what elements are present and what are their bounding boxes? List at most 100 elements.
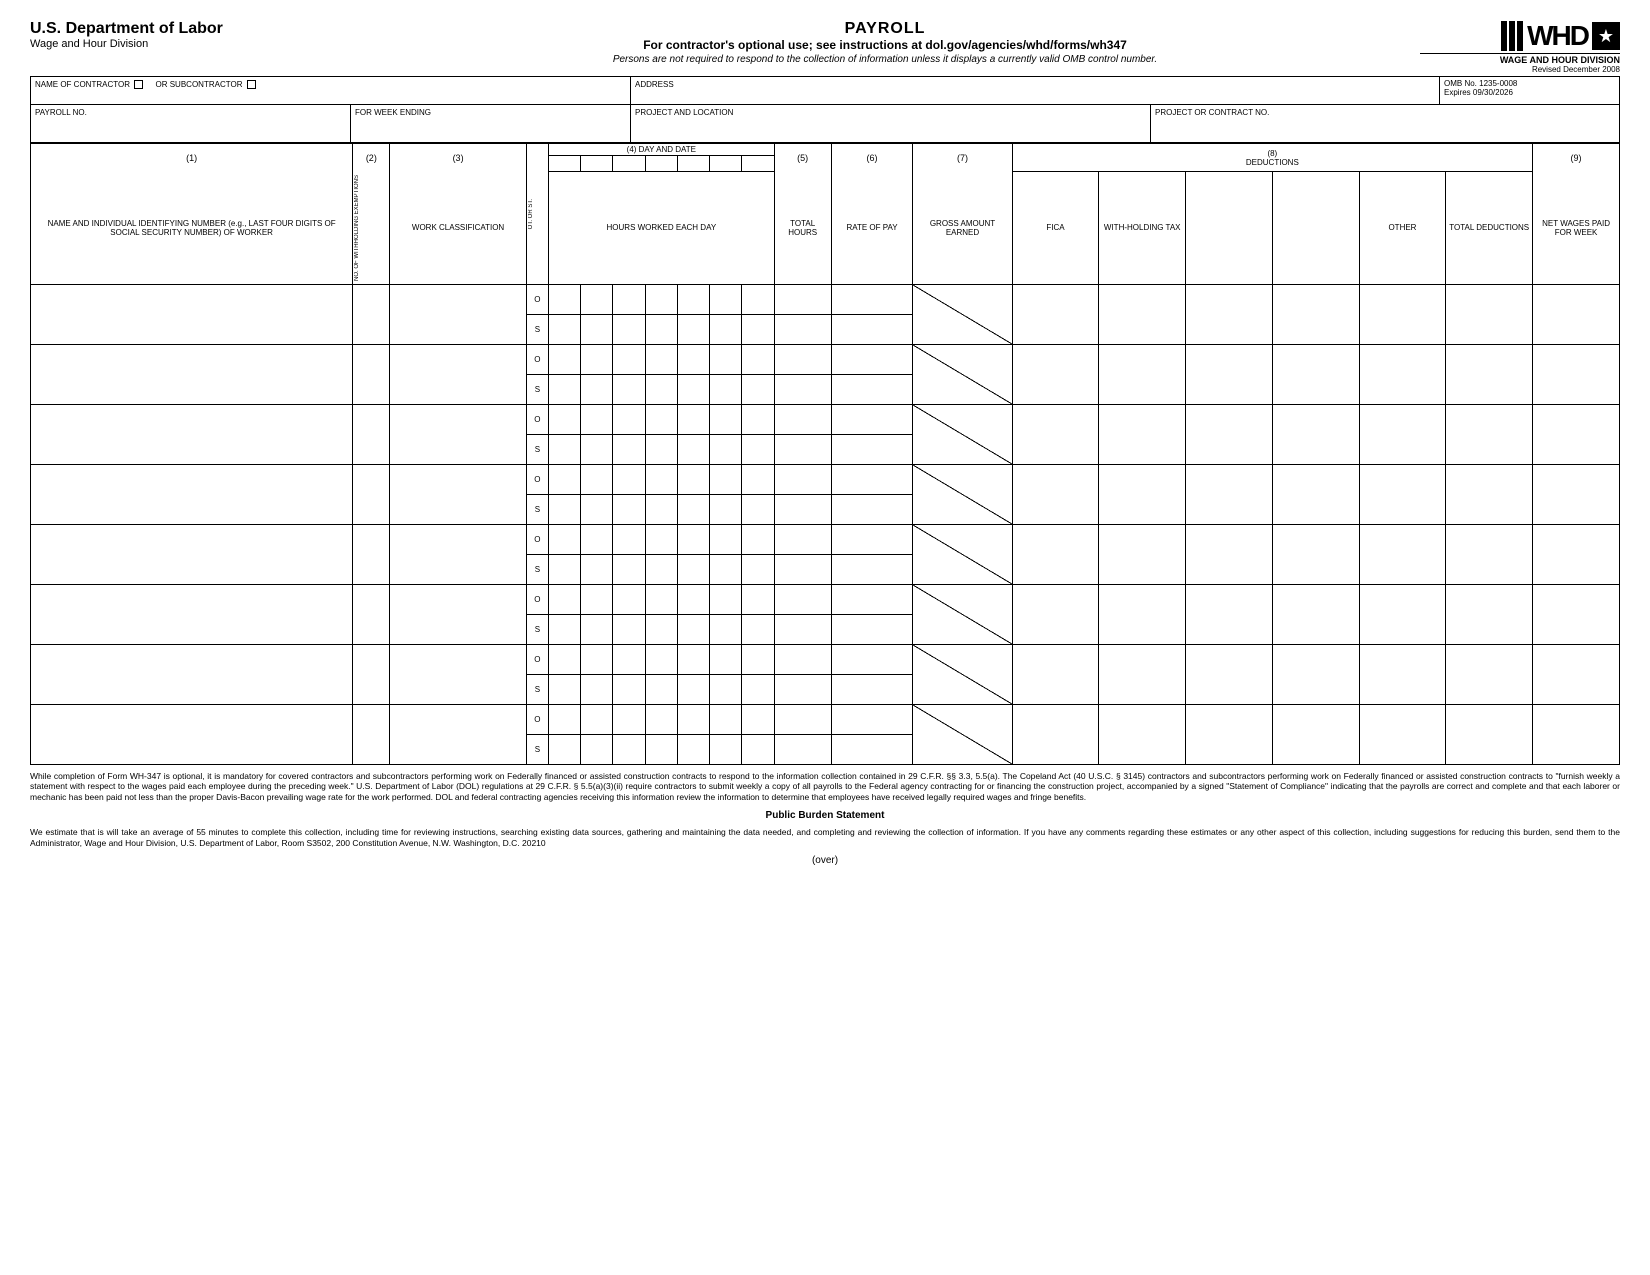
hours-cell[interactable] bbox=[645, 614, 677, 644]
classification-cell[interactable] bbox=[390, 344, 526, 404]
hours-cell[interactable] bbox=[742, 344, 774, 374]
total-hours-cell[interactable] bbox=[774, 734, 831, 764]
hours-cell[interactable] bbox=[742, 734, 774, 764]
fica-cell[interactable] bbox=[1012, 404, 1099, 464]
hours-cell[interactable] bbox=[581, 314, 613, 344]
withholding-cell[interactable] bbox=[1099, 404, 1186, 464]
hours-cell[interactable] bbox=[613, 434, 645, 464]
rate-cell[interactable] bbox=[831, 674, 913, 704]
other-cell[interactable] bbox=[1359, 344, 1446, 404]
hours-cell[interactable] bbox=[677, 584, 709, 614]
rate-cell[interactable] bbox=[831, 524, 913, 554]
hours-cell[interactable] bbox=[710, 554, 742, 584]
hours-cell[interactable] bbox=[710, 644, 742, 674]
withholding-cell[interactable] bbox=[1099, 584, 1186, 644]
hours-cell[interactable] bbox=[710, 614, 742, 644]
gross-amount-cell[interactable] bbox=[913, 404, 1012, 464]
hours-cell[interactable] bbox=[710, 404, 742, 434]
hours-cell[interactable] bbox=[677, 314, 709, 344]
withholding-cell[interactable] bbox=[1099, 284, 1186, 344]
deduction-cell[interactable] bbox=[1186, 344, 1273, 404]
rate-cell[interactable] bbox=[831, 494, 913, 524]
gross-amount-cell[interactable] bbox=[913, 464, 1012, 524]
hours-cell[interactable] bbox=[581, 734, 613, 764]
hours-cell[interactable] bbox=[549, 494, 581, 524]
hours-cell[interactable] bbox=[742, 704, 774, 734]
hours-cell[interactable] bbox=[677, 674, 709, 704]
hours-cell[interactable] bbox=[613, 704, 645, 734]
hours-cell[interactable] bbox=[742, 644, 774, 674]
hours-cell[interactable] bbox=[677, 434, 709, 464]
rate-cell[interactable] bbox=[831, 374, 913, 404]
fica-cell[interactable] bbox=[1012, 644, 1099, 704]
hours-cell[interactable] bbox=[581, 614, 613, 644]
deduction-cell[interactable] bbox=[1186, 404, 1273, 464]
rate-cell[interactable] bbox=[831, 584, 913, 614]
hours-cell[interactable] bbox=[581, 584, 613, 614]
classification-cell[interactable] bbox=[390, 644, 526, 704]
total-hours-cell[interactable] bbox=[774, 584, 831, 614]
total-deductions-cell[interactable] bbox=[1446, 704, 1533, 764]
hours-cell[interactable] bbox=[742, 284, 774, 314]
hours-cell[interactable] bbox=[549, 584, 581, 614]
hours-cell[interactable] bbox=[742, 404, 774, 434]
net-wages-cell[interactable] bbox=[1533, 284, 1620, 344]
withholding-cell[interactable] bbox=[1099, 344, 1186, 404]
hours-cell[interactable] bbox=[549, 404, 581, 434]
hours-cell[interactable] bbox=[549, 704, 581, 734]
other-cell[interactable] bbox=[1359, 524, 1446, 584]
rate-cell[interactable] bbox=[831, 734, 913, 764]
hours-cell[interactable] bbox=[677, 284, 709, 314]
hours-cell[interactable] bbox=[613, 284, 645, 314]
gross-amount-cell[interactable] bbox=[913, 524, 1012, 584]
total-deductions-cell[interactable] bbox=[1446, 344, 1533, 404]
total-deductions-cell[interactable] bbox=[1446, 584, 1533, 644]
hours-cell[interactable] bbox=[613, 674, 645, 704]
hours-cell[interactable] bbox=[710, 374, 742, 404]
total-hours-cell[interactable] bbox=[774, 554, 831, 584]
hours-cell[interactable] bbox=[549, 464, 581, 494]
withholding-cell[interactable] bbox=[1099, 644, 1186, 704]
hours-cell[interactable] bbox=[613, 614, 645, 644]
hours-cell[interactable] bbox=[613, 644, 645, 674]
gross-amount-cell[interactable] bbox=[913, 584, 1012, 644]
net-wages-cell[interactable] bbox=[1533, 584, 1620, 644]
gross-amount-cell[interactable] bbox=[913, 704, 1012, 764]
deduction-cell[interactable] bbox=[1272, 404, 1359, 464]
fica-cell[interactable] bbox=[1012, 704, 1099, 764]
total-hours-cell[interactable] bbox=[774, 644, 831, 674]
hours-cell[interactable] bbox=[645, 584, 677, 614]
other-cell[interactable] bbox=[1359, 644, 1446, 704]
classification-cell[interactable] bbox=[390, 464, 526, 524]
hours-cell[interactable] bbox=[677, 734, 709, 764]
hours-cell[interactable] bbox=[613, 494, 645, 524]
hours-cell[interactable] bbox=[742, 464, 774, 494]
rate-cell[interactable] bbox=[831, 344, 913, 374]
classification-cell[interactable] bbox=[390, 704, 526, 764]
deduction-cell[interactable] bbox=[1272, 524, 1359, 584]
hours-cell[interactable] bbox=[677, 494, 709, 524]
rate-cell[interactable] bbox=[831, 314, 913, 344]
hours-cell[interactable] bbox=[581, 404, 613, 434]
other-cell[interactable] bbox=[1359, 464, 1446, 524]
hours-cell[interactable] bbox=[581, 554, 613, 584]
worker-name-cell[interactable] bbox=[31, 284, 353, 344]
hours-cell[interactable] bbox=[677, 524, 709, 554]
hours-cell[interactable] bbox=[710, 314, 742, 344]
rate-cell[interactable] bbox=[831, 464, 913, 494]
total-hours-cell[interactable] bbox=[774, 434, 831, 464]
hours-cell[interactable] bbox=[677, 374, 709, 404]
hours-cell[interactable] bbox=[613, 404, 645, 434]
hours-cell[interactable] bbox=[710, 464, 742, 494]
hours-cell[interactable] bbox=[645, 704, 677, 734]
hours-cell[interactable] bbox=[742, 614, 774, 644]
hours-cell[interactable] bbox=[645, 314, 677, 344]
hours-cell[interactable] bbox=[645, 524, 677, 554]
hours-cell[interactable] bbox=[742, 674, 774, 704]
hours-cell[interactable] bbox=[742, 374, 774, 404]
exemptions-cell[interactable] bbox=[353, 404, 390, 464]
hours-cell[interactable] bbox=[677, 704, 709, 734]
total-hours-cell[interactable] bbox=[774, 314, 831, 344]
deduction-cell[interactable] bbox=[1186, 284, 1273, 344]
other-cell[interactable] bbox=[1359, 284, 1446, 344]
